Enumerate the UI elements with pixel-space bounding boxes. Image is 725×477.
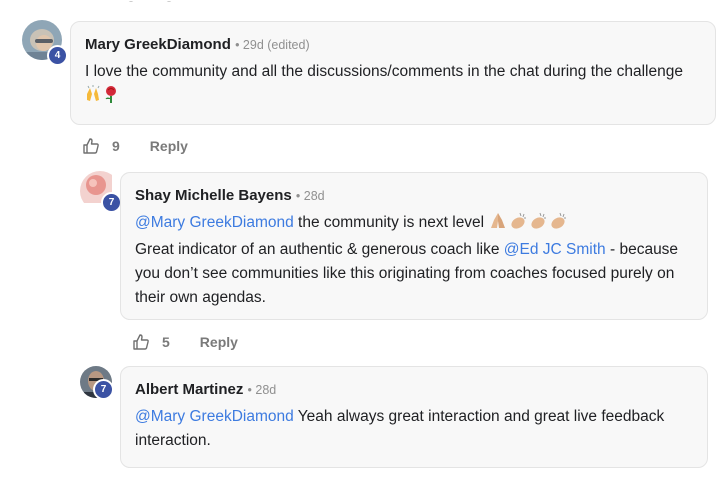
comment-timestamp: • 28d: [247, 383, 277, 397]
rose-emoji-icon: [103, 85, 119, 111]
comment-header: Albert Martinez • 28d: [135, 380, 693, 400]
like-button[interactable]: 9: [82, 137, 120, 155]
level-badge: 7: [93, 379, 114, 400]
level-badge: 4: [47, 45, 68, 66]
previous-actions-fragment: [128, 0, 238, 2]
author-name[interactable]: Shay Michelle Bayens: [135, 187, 292, 204]
thumbs-up-icon: [83, 138, 99, 154]
comment-text: I love the community and all the discuss…: [85, 63, 683, 80]
folded-hands-emoji-icon: [488, 212, 508, 238]
like-count: 5: [162, 334, 170, 350]
author-name[interactable]: Albert Martinez: [135, 381, 243, 398]
comment-timestamp: • 29d (edited): [235, 38, 310, 52]
like-button[interactable]: 5: [132, 333, 170, 351]
comment-header: Mary GreekDiamond • 29d (edited): [85, 35, 701, 55]
level-badge: 7: [101, 192, 122, 213]
clapping-hands-emoji-icon: [548, 212, 568, 238]
like-count: 9: [112, 138, 120, 154]
comment-actions: 5 Reply: [132, 333, 238, 351]
thumbs-up-icon: [133, 334, 149, 350]
mention-link[interactable]: @Mary GreekDiamond: [135, 214, 294, 231]
comment-body: @Mary GreekDiamond the community is next…: [135, 211, 693, 310]
avatar-albert[interactable]: 7: [80, 366, 120, 406]
reply-button[interactable]: Reply: [150, 138, 188, 154]
comment-body: @Mary GreekDiamond Yeah always great int…: [135, 405, 693, 453]
comment-header: Shay Michelle Bayens • 28d: [135, 186, 693, 206]
comment-text: the community is next level: [298, 214, 485, 231]
comment-actions: 9 Reply: [82, 137, 188, 155]
mention-link[interactable]: @Ed JC Smith: [504, 241, 606, 258]
reply-button[interactable]: Reply: [200, 334, 238, 350]
comment-bubble: Albert Martinez • 28d @Mary GreekDiamond…: [120, 366, 708, 468]
avatar-shay[interactable]: 7: [80, 171, 122, 213]
clapping-hands-emoji-icon: [508, 212, 528, 238]
clapping-hands-emoji-icon: [528, 212, 548, 238]
comment-body: I love the community and all the discuss…: [85, 60, 701, 111]
comment-bubble: Mary GreekDiamond • 29d (edited) I love …: [70, 21, 716, 125]
avatar-mary[interactable]: 4: [22, 20, 68, 66]
comment-bubble: Shay Michelle Bayens • 28d @Mary GreekDi…: [120, 172, 708, 320]
comment-timestamp: • 28d: [295, 189, 325, 203]
raising-hands-emoji-icon: [85, 85, 103, 111]
author-name[interactable]: Mary GreekDiamond: [85, 36, 231, 53]
comment-text: Great indicator of an authentic & genero…: [135, 241, 500, 258]
mention-link[interactable]: @Mary GreekDiamond: [135, 408, 294, 425]
